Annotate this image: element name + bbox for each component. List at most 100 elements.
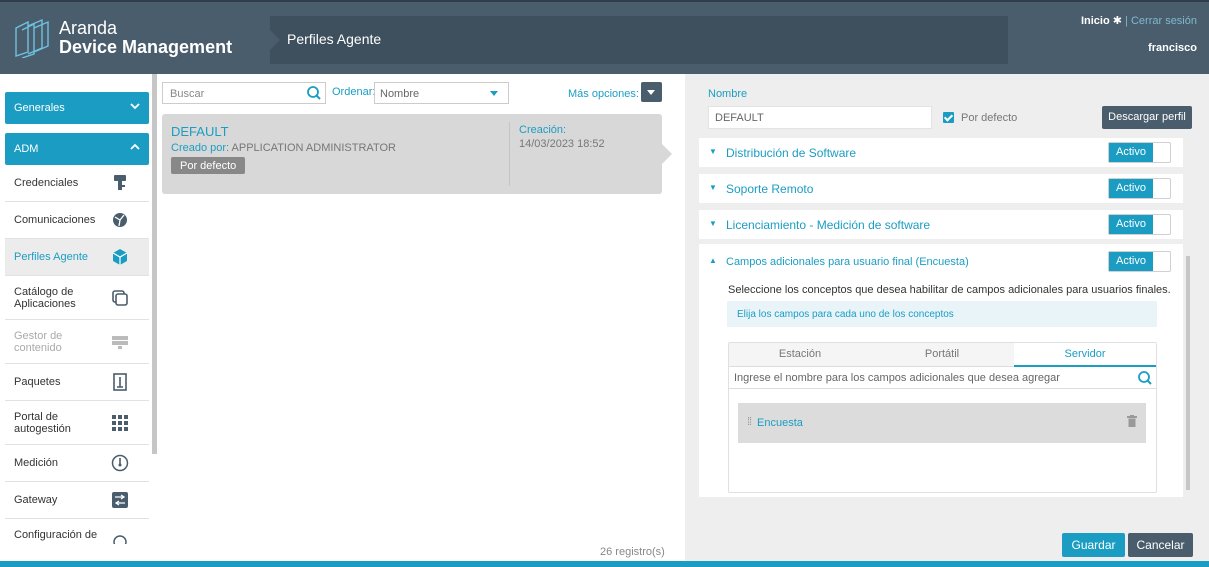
caret-down-icon: ▼ xyxy=(709,219,717,228)
search-input[interactable]: Buscar xyxy=(162,82,326,104)
sidebar-item-label: Catálogo de Aplicaciones xyxy=(14,286,76,310)
sidebar-item-configuracion[interactable]: Configuración de xyxy=(5,519,149,544)
profile-name: DEFAULT xyxy=(171,124,229,139)
tab-servidor[interactable]: Servidor xyxy=(1014,343,1156,367)
group-label: ADM xyxy=(14,143,39,155)
download-profile-button[interactable]: Descargar perfil xyxy=(1102,106,1192,129)
created-by: Creado por: APPLICATION ADMINISTRATOR xyxy=(171,142,396,154)
sidebar-group-generales[interactable]: Generales xyxy=(5,92,149,124)
active-toggle[interactable]: Activo xyxy=(1108,251,1171,272)
chevron-down-icon xyxy=(130,103,140,110)
server-icon xyxy=(112,336,128,349)
sidebar-item-credenciales[interactable]: Credenciales xyxy=(5,165,149,202)
record-count: 26 registro(s) xyxy=(600,546,665,558)
profile-card[interactable]: DEFAULT Creado por: APPLICATION ADMINIST… xyxy=(162,114,672,194)
order-select[interactable]: Nombre xyxy=(374,82,509,104)
search-icon[interactable] xyxy=(306,85,322,101)
top-links: Inicio ✱ | Cerrar sesión xyxy=(1081,14,1197,27)
inicio-link[interactable]: Inicio xyxy=(1081,15,1110,27)
sidebar-scrollbar[interactable] xyxy=(152,74,157,454)
default-label: Por defecto xyxy=(961,112,1018,124)
tab-estacion[interactable]: Estación xyxy=(729,343,871,367)
username: francisco xyxy=(1148,42,1197,54)
active-toggle[interactable]: Activo xyxy=(1108,214,1171,235)
section-title: Soporte Remoto xyxy=(726,182,814,196)
network-icon xyxy=(113,213,127,227)
trash-icon[interactable] xyxy=(1127,415,1137,427)
section-title: Licenciamiento - Medición de software xyxy=(726,218,931,232)
gear-icon[interactable]: ✱ xyxy=(1113,15,1122,27)
sidebar-item-label: Medición xyxy=(14,457,59,469)
sidebar-item-comunicaciones[interactable]: Comunicaciones xyxy=(5,202,149,239)
footer-bar xyxy=(0,561,1209,567)
section-distribucion[interactable]: ▼ Distribución de Software Activo xyxy=(699,138,1183,167)
default-checkbox[interactable] xyxy=(943,112,954,123)
name-field[interactable]: DEFAULT xyxy=(708,106,932,129)
sidebar-item-label: Configuración de xyxy=(14,529,98,541)
sidebar-item-gestor-contenido: Gestor de contenido xyxy=(5,320,149,364)
toggle-label: Activo xyxy=(1109,143,1153,162)
info-note: Elija los campos para cada uno de los co… xyxy=(727,301,1157,327)
sidebar-item-gateway[interactable]: Gateway xyxy=(5,482,149,519)
brand-line2: Device Management xyxy=(59,37,233,57)
detail-scrollbar[interactable] xyxy=(1186,256,1190,490)
sidebar: Generales ADM Credenciales Comunicacione… xyxy=(0,74,158,544)
more-options-label: Más opciones: xyxy=(568,88,639,100)
caret-down-icon xyxy=(490,91,498,96)
caret-up-icon[interactable]: ▲ xyxy=(709,256,717,265)
logout-link[interactable]: Cerrar sesión xyxy=(1131,15,1197,27)
sidebar-item-label: Portal de autogestión xyxy=(14,411,71,435)
creation-date: 14/03/2023 18:52 xyxy=(519,138,605,150)
created-by-label: Creado por: xyxy=(171,142,230,154)
save-button[interactable]: Guardar xyxy=(1062,533,1125,557)
catalog-icon xyxy=(112,290,128,306)
caret-down-icon: ▼ xyxy=(709,183,717,192)
more-options-button[interactable] xyxy=(641,82,662,102)
breadcrumb-title: Perfiles Agente xyxy=(287,31,382,47)
aranda-logo-icon xyxy=(15,18,49,58)
gateway-icon xyxy=(112,492,128,508)
sidebar-item-label: Perfiles Agente xyxy=(14,251,88,263)
chevron-up-icon xyxy=(130,143,140,150)
sidebar-item-label: Gestor de contenido xyxy=(14,330,63,354)
grid-icon xyxy=(112,415,128,431)
gauge-icon xyxy=(111,454,129,472)
sidebar-item-label: Comunicaciones xyxy=(14,214,96,226)
section-campos-adicionales: ▲ Campos adicionales para usuario final … xyxy=(699,244,1183,497)
created-by-value: APPLICATION ADMINISTRATOR xyxy=(231,142,396,154)
key-icon xyxy=(114,175,126,190)
profile-detail-panel: Nombre DEFAULT Por defecto Descargar per… xyxy=(685,74,1209,564)
box-icon xyxy=(112,249,128,265)
separator: | xyxy=(1125,15,1128,27)
drag-handle-icon[interactable]: ⁞⁞ xyxy=(747,416,752,428)
sidebar-item-paquetes[interactable]: Paquetes xyxy=(5,364,149,401)
breadcrumb: Perfiles Agente xyxy=(270,16,1008,64)
sidebar-item-label: Credenciales xyxy=(14,177,79,189)
toggle-label: Activo xyxy=(1109,215,1153,234)
sidebar-group-adm[interactable]: ADM xyxy=(5,133,149,165)
search-icon[interactable] xyxy=(1137,370,1153,386)
top-header: Aranda Device Management Perfiles Agente… xyxy=(0,0,1209,74)
sidebar-item-portal[interactable]: Portal de autogestión xyxy=(5,401,149,445)
default-badge: Por defecto xyxy=(171,157,246,174)
section-licenciamiento[interactable]: ▼ Licenciamiento - Medición de software … xyxy=(699,210,1183,239)
section-soporte-remoto[interactable]: ▼ Soporte Remoto Activo xyxy=(699,174,1183,203)
sidebar-item-catalogo[interactable]: Catálogo de Aplicaciones xyxy=(5,276,149,320)
active-toggle[interactable]: Activo xyxy=(1108,178,1171,199)
section-title: Distribución de Software xyxy=(726,146,857,160)
section-title[interactable]: Campos adicionales para usuario final (E… xyxy=(726,256,969,268)
settings-icon xyxy=(113,535,127,544)
order-label: Ordenar: xyxy=(332,86,376,98)
name-label: Nombre xyxy=(708,88,748,100)
cancel-button[interactable]: Cancelar xyxy=(1128,533,1193,557)
toggle-label: Activo xyxy=(1109,179,1153,198)
active-toggle[interactable]: Activo xyxy=(1108,142,1171,163)
divider xyxy=(509,122,510,186)
additional-field-input[interactable]: Ingrese el nombre para los campos adicio… xyxy=(729,368,1156,389)
creation-label: Creación: xyxy=(519,124,567,136)
field-item[interactable]: ⁞⁞ Encuesta xyxy=(738,403,1146,443)
sidebar-item-perfiles-agente[interactable]: Perfiles Agente xyxy=(5,239,149,276)
toggle-label: Activo xyxy=(1109,252,1153,271)
sidebar-item-medicion[interactable]: Medición xyxy=(5,445,149,482)
tab-portatil[interactable]: Portátil xyxy=(871,343,1013,367)
